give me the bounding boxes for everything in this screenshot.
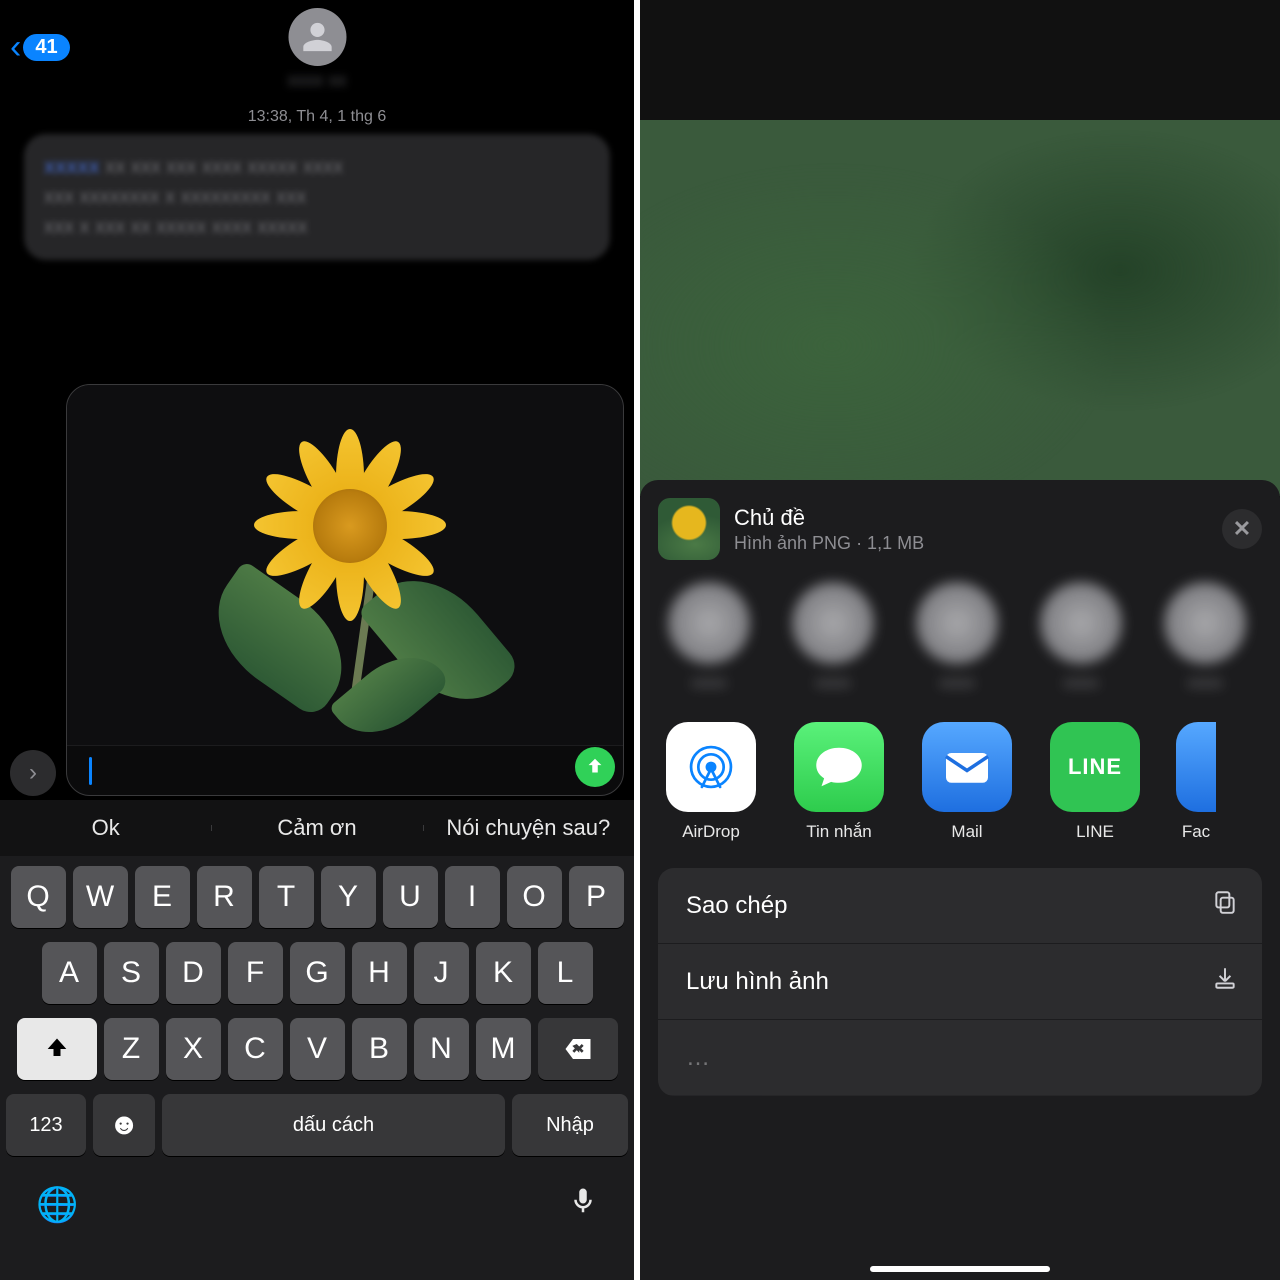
key[interactable]: K xyxy=(476,942,531,1004)
keyboard: Q W E R T Y U I O P A S D F G H J K L Z xyxy=(0,856,634,1280)
unread-badge: 41 xyxy=(23,34,69,61)
app-airdrop[interactable]: AirDrop xyxy=(664,722,758,842)
key[interactable]: S xyxy=(104,942,159,1004)
globe-key[interactable]: 🌐 xyxy=(36,1185,78,1225)
arrow-up-icon xyxy=(584,756,606,778)
suggestion[interactable]: Nói chuyện sau? xyxy=(423,815,634,841)
key[interactable]: P xyxy=(569,866,624,928)
action-truncated[interactable]: … xyxy=(658,1020,1262,1096)
key[interactable]: T xyxy=(259,866,314,928)
key[interactable]: O xyxy=(507,866,562,928)
key[interactable]: Q xyxy=(11,866,66,928)
suggestion[interactable]: Cảm ơn xyxy=(211,815,422,841)
mic-icon xyxy=(568,1186,598,1216)
share-header: Chủ đề Hình ảnh PNG · 1,1 MB ✕ xyxy=(658,498,1262,560)
airdrop-icon xyxy=(666,722,756,812)
close-button[interactable]: ✕ xyxy=(1222,509,1262,549)
key[interactable]: C xyxy=(228,1018,283,1080)
app-mail[interactable]: Mail xyxy=(920,722,1014,842)
share-thumbnail xyxy=(658,498,720,560)
text-cursor xyxy=(89,757,92,785)
compose-box[interactable] xyxy=(66,384,624,796)
close-icon: ✕ xyxy=(1233,516,1251,542)
app-facetime[interactable]: Fac xyxy=(1176,722,1216,842)
back-button[interactable]: ‹ 41 xyxy=(10,30,70,64)
key[interactable]: E xyxy=(135,866,190,928)
key[interactable]: M xyxy=(476,1018,531,1080)
quicktype-suggestions: Ok Cảm ơn Nói chuyện sau? xyxy=(0,800,634,856)
key[interactable]: H xyxy=(352,942,407,1004)
key[interactable]: N xyxy=(414,1018,469,1080)
line-icon: LINE xyxy=(1050,722,1140,812)
home-indicator[interactable] xyxy=(870,1266,1050,1272)
key[interactable]: G xyxy=(290,942,345,1004)
message-timestamp: 13:38, Th 4, 1 thg 6 xyxy=(0,108,634,126)
compose-bar: › xyxy=(0,384,634,796)
action-copy[interactable]: Sao chép xyxy=(658,868,1262,944)
person-icon xyxy=(288,8,346,66)
attached-image[interactable] xyxy=(67,385,623,745)
copy-icon xyxy=(1212,889,1238,922)
key[interactable]: U xyxy=(383,866,438,928)
key[interactable]: X xyxy=(166,1018,221,1080)
dictation-key[interactable] xyxy=(568,1186,598,1225)
contact-avatar[interactable]: xxxx xx xyxy=(287,8,346,91)
key[interactable]: Y xyxy=(321,866,376,928)
action-save-image[interactable]: Lưu hình ảnh xyxy=(658,944,1262,1020)
key[interactable]: Z xyxy=(104,1018,159,1080)
key[interactable]: V xyxy=(290,1018,345,1080)
return-key[interactable]: Nhập xyxy=(512,1094,628,1156)
nav-bar: ‹ 41 xxxx xx xyxy=(0,0,634,94)
download-icon xyxy=(1212,965,1238,998)
space-key[interactable]: dấu cách xyxy=(162,1094,505,1156)
chevron-left-icon: ‹ xyxy=(10,30,21,64)
message-bubble-redacted: xxxxx xx xxx xxx xxxx xxxxx xxxx xxx xxx… xyxy=(24,134,610,260)
key[interactable]: R xyxy=(197,866,252,928)
app-messages[interactable]: Tin nhắn xyxy=(792,722,886,842)
action-list: Sao chép Lưu hình ảnh … xyxy=(658,868,1262,1096)
key[interactable]: A xyxy=(42,942,97,1004)
emoji-key[interactable]: ☻ xyxy=(93,1094,155,1156)
emoji-icon: ☻ xyxy=(108,1108,140,1142)
key[interactable]: J xyxy=(414,942,469,1004)
mail-icon xyxy=(922,722,1012,812)
shift-key[interactable] xyxy=(17,1018,97,1080)
share-title: Chủ đề xyxy=(734,505,1208,531)
share-apps-row: AirDrop Tin nhắn Mail LINE LINE Fac xyxy=(658,718,1262,842)
photo-preview[interactable] xyxy=(640,0,1280,496)
share-sheet: Chủ đề Hình ảnh PNG · 1,1 MB ✕ xxxxx xxx… xyxy=(640,480,1280,1280)
shift-icon xyxy=(43,1035,71,1063)
share-subtitle: Hình ảnh PNG · 1,1 MB xyxy=(734,533,1208,554)
backspace-icon xyxy=(563,1034,593,1064)
key[interactable]: L xyxy=(538,942,593,1004)
numbers-key[interactable]: 123 xyxy=(6,1094,86,1156)
key[interactable]: I xyxy=(445,866,500,928)
key[interactable]: D xyxy=(166,942,221,1004)
chevron-right-icon: › xyxy=(29,759,37,787)
message-input[interactable] xyxy=(67,745,623,795)
messages-screen: ‹ 41 xxxx xx 13:38, Th 4, 1 thg 6 xxxxx … xyxy=(0,0,640,1280)
share-contacts-row[interactable]: xxxxx xxxxx xxxxx xxxxx xxxxx xyxy=(658,582,1262,718)
suggestion[interactable]: Ok xyxy=(0,815,211,841)
contact-name: xxxx xx xyxy=(287,70,346,91)
messages-icon xyxy=(794,722,884,812)
delete-key[interactable] xyxy=(538,1018,618,1080)
key[interactable]: F xyxy=(228,942,283,1004)
key[interactable]: B xyxy=(352,1018,407,1080)
key[interactable]: W xyxy=(73,866,128,928)
facetime-icon xyxy=(1176,722,1216,812)
expand-button[interactable]: › xyxy=(10,750,56,796)
send-button[interactable] xyxy=(575,747,615,787)
flower-cutout xyxy=(185,405,505,725)
app-line[interactable]: LINE LINE xyxy=(1048,722,1142,842)
share-sheet-screen: Chủ đề Hình ảnh PNG · 1,1 MB ✕ xxxxx xxx… xyxy=(640,0,1280,1280)
